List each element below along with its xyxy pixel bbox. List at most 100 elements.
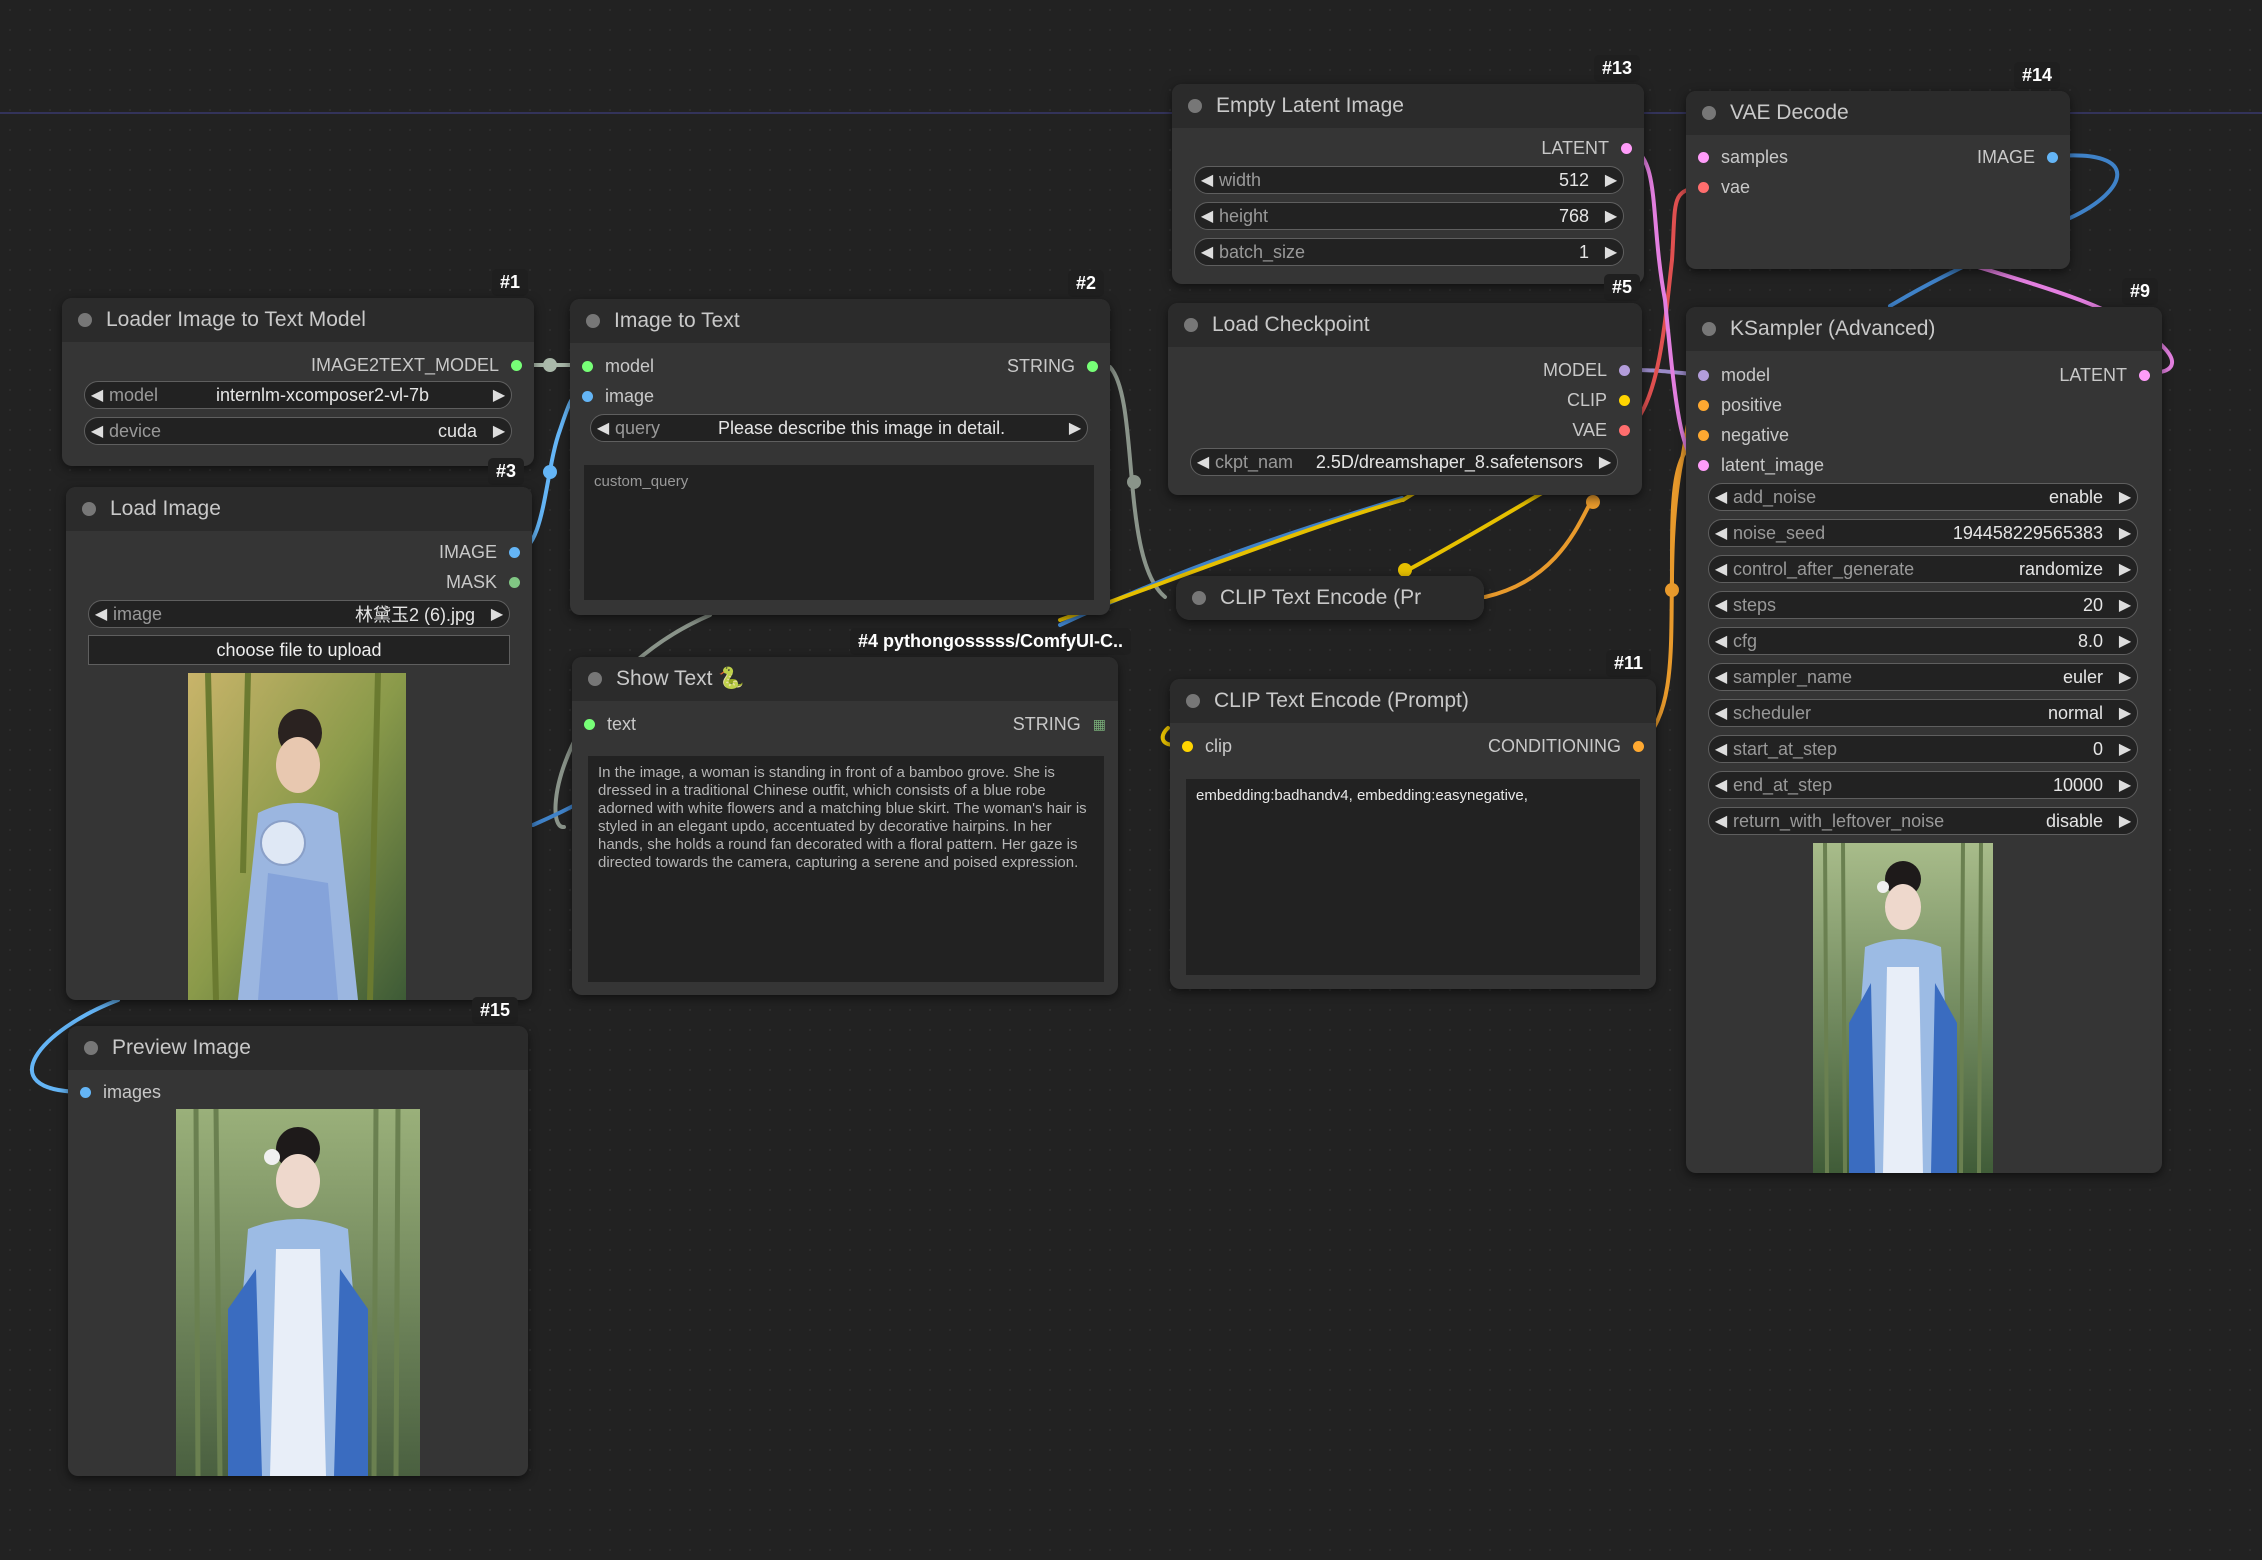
node-title-bar[interactable]: CLIP Text Encode (Pr: [1176, 576, 1484, 620]
right-arrow-icon[interactable]: ▶: [1599, 242, 1623, 262]
output-socket[interactable]: [1087, 360, 1098, 372]
node-title-bar[interactable]: Load Checkpoint: [1168, 303, 1642, 347]
right-arrow-icon[interactable]: ▶: [2113, 811, 2137, 831]
widget-start-at-step[interactable]: ◀ start_at_step 0 ▶: [1708, 735, 2138, 763]
left-arrow-icon[interactable]: ◀: [1709, 523, 1733, 543]
widget-image-select[interactable]: ◀ image 林黛玉2 (6).jpg ▶: [88, 600, 510, 628]
prompt-textarea[interactable]: embedding:badhandv4, embedding:easynegat…: [1186, 779, 1640, 975]
left-arrow-icon[interactable]: ◀: [85, 421, 109, 441]
left-arrow-icon[interactable]: ◀: [1709, 739, 1733, 759]
node-clip-text-encode-prompt[interactable]: CLIP Text Encode (Prompt) clip CONDITION…: [1170, 679, 1656, 989]
widget-noise-seed[interactable]: ◀ noise_seed 194458229565383 ▶: [1708, 519, 2138, 547]
circle-icon[interactable]: [78, 313, 92, 327]
right-arrow-icon[interactable]: ▶: [487, 421, 511, 441]
circle-icon[interactable]: [1186, 694, 1200, 708]
input-socket[interactable]: [80, 1086, 91, 1098]
left-arrow-icon[interactable]: ◀: [1195, 170, 1219, 190]
right-arrow-icon[interactable]: ▶: [1593, 452, 1617, 472]
right-arrow-icon[interactable]: ▶: [2113, 667, 2137, 687]
node-title-bar[interactable]: Empty Latent Image: [1172, 84, 1644, 128]
input-socket[interactable]: [1182, 740, 1193, 752]
output-model[interactable]: MODEL: [1543, 355, 1642, 385]
node-loader-image-to-text-model[interactable]: Loader Image to Text Model IMAGE2TEXT_MO…: [62, 298, 534, 466]
right-arrow-icon[interactable]: ▶: [2113, 775, 2137, 795]
circle-icon[interactable]: [84, 1041, 98, 1055]
left-arrow-icon[interactable]: ◀: [1709, 775, 1733, 795]
widget-query-select[interactable]: ◀ query Please describe this image in de…: [590, 414, 1088, 442]
right-arrow-icon[interactable]: ▶: [1599, 206, 1623, 226]
right-arrow-icon[interactable]: ▶: [2113, 523, 2137, 543]
right-arrow-icon[interactable]: ▶: [2113, 631, 2137, 651]
node-title-bar[interactable]: KSampler (Advanced): [1686, 307, 2162, 351]
output-socket[interactable]: [509, 576, 520, 588]
output-socket[interactable]: [1621, 142, 1632, 154]
right-arrow-icon[interactable]: ▶: [2113, 487, 2137, 507]
circle-icon[interactable]: [1184, 318, 1198, 332]
input-negative[interactable]: negative: [1686, 420, 1789, 450]
right-arrow-icon[interactable]: ▶: [487, 385, 511, 405]
left-arrow-icon[interactable]: ◀: [1195, 242, 1219, 262]
output-socket[interactable]: [1619, 364, 1630, 376]
output-socket[interactable]: [509, 546, 520, 558]
left-arrow-icon[interactable]: ◀: [1709, 559, 1733, 579]
node-load-checkpoint[interactable]: Load Checkpoint MODEL CLIP VAE ◀ ckpt_na…: [1168, 303, 1642, 495]
right-arrow-icon[interactable]: ▶: [2113, 595, 2137, 615]
output-mask[interactable]: MASK: [446, 567, 532, 597]
output-socket[interactable]: [511, 359, 522, 371]
widget-batch-size[interactable]: ◀ batch_size 1 ▶: [1194, 238, 1624, 266]
left-arrow-icon[interactable]: ◀: [89, 604, 113, 624]
circle-icon[interactable]: [588, 672, 602, 686]
circle-icon[interactable]: [82, 502, 96, 516]
node-title-bar[interactable]: Preview Image: [68, 1026, 528, 1070]
output-socket[interactable]: [2139, 369, 2150, 381]
input-images[interactable]: images: [68, 1077, 161, 1107]
right-arrow-icon[interactable]: ▶: [2113, 703, 2137, 723]
input-socket[interactable]: [582, 390, 593, 402]
output-clip[interactable]: CLIP: [1567, 385, 1642, 415]
left-arrow-icon[interactable]: ◀: [85, 385, 109, 405]
grid-icon[interactable]: ▦: [1093, 716, 1106, 733]
output-image[interactable]: IMAGE: [1977, 142, 2070, 172]
widget-sampler-name[interactable]: ◀ sampler_name euler ▶: [1708, 663, 2138, 691]
circle-icon[interactable]: [1702, 322, 1716, 336]
node-preview-image[interactable]: Preview Image images: [68, 1026, 528, 1476]
node-vae-decode[interactable]: VAE Decode samples vae IMAGE: [1686, 91, 2070, 269]
input-text[interactable]: text: [572, 709, 636, 739]
node-clip-text-encode-collapsed[interactable]: CLIP Text Encode (Pr: [1176, 576, 1484, 620]
custom-query-textarea[interactable]: custom_query: [584, 465, 1094, 600]
left-arrow-icon[interactable]: ◀: [1709, 667, 1733, 687]
right-arrow-icon[interactable]: ▶: [485, 604, 509, 624]
left-arrow-icon[interactable]: ◀: [1709, 631, 1733, 651]
widget-cfg[interactable]: ◀ cfg 8.0 ▶: [1708, 627, 2138, 655]
widget-model-select[interactable]: ◀ model internlm-xcomposer2-vl-7b ▶: [84, 381, 512, 409]
input-model[interactable]: model: [570, 351, 654, 381]
input-socket[interactable]: [1698, 181, 1709, 193]
input-image[interactable]: image: [570, 381, 654, 411]
left-arrow-icon[interactable]: ◀: [1191, 452, 1215, 472]
output-image2text-model[interactable]: IMAGE2TEXT_MODEL: [311, 350, 534, 380]
circle-icon[interactable]: [586, 314, 600, 328]
right-arrow-icon[interactable]: ▶: [2113, 559, 2137, 579]
node-title-bar[interactable]: CLIP Text Encode (Prompt): [1170, 679, 1656, 723]
widget-add-noise[interactable]: ◀ add_noise enable ▶: [1708, 483, 2138, 511]
input-socket[interactable]: [1698, 399, 1709, 411]
left-arrow-icon[interactable]: ◀: [591, 418, 615, 438]
input-socket[interactable]: [1698, 369, 1709, 381]
node-title-bar[interactable]: VAE Decode: [1686, 91, 2070, 135]
output-socket[interactable]: [1619, 394, 1630, 406]
circle-icon[interactable]: [1188, 99, 1202, 113]
output-conditioning[interactable]: CONDITIONING: [1488, 731, 1656, 761]
input-clip[interactable]: clip: [1170, 731, 1232, 761]
circle-icon[interactable]: [1702, 106, 1716, 120]
widget-scheduler[interactable]: ◀ scheduler normal ▶: [1708, 699, 2138, 727]
output-image[interactable]: IMAGE: [439, 537, 532, 567]
upload-button[interactable]: choose file to upload: [88, 635, 510, 665]
widget-ckpt-name[interactable]: ◀ ckpt_nam 2.5D/dreamshaper_8.safetensor…: [1190, 448, 1618, 476]
node-load-image[interactable]: Load Image IMAGE MASK ◀ image 林黛玉2 (6).j…: [66, 487, 532, 1000]
input-vae[interactable]: vae: [1686, 172, 1750, 202]
input-socket[interactable]: [1698, 429, 1709, 441]
output-string[interactable]: STRING: [1007, 351, 1110, 381]
node-show-text[interactable]: Show Text 🐍 text STRING ▦ In the image, …: [572, 657, 1118, 995]
right-arrow-icon[interactable]: ▶: [1599, 170, 1623, 190]
widget-device-select[interactable]: ◀ device cuda ▶: [84, 417, 512, 445]
